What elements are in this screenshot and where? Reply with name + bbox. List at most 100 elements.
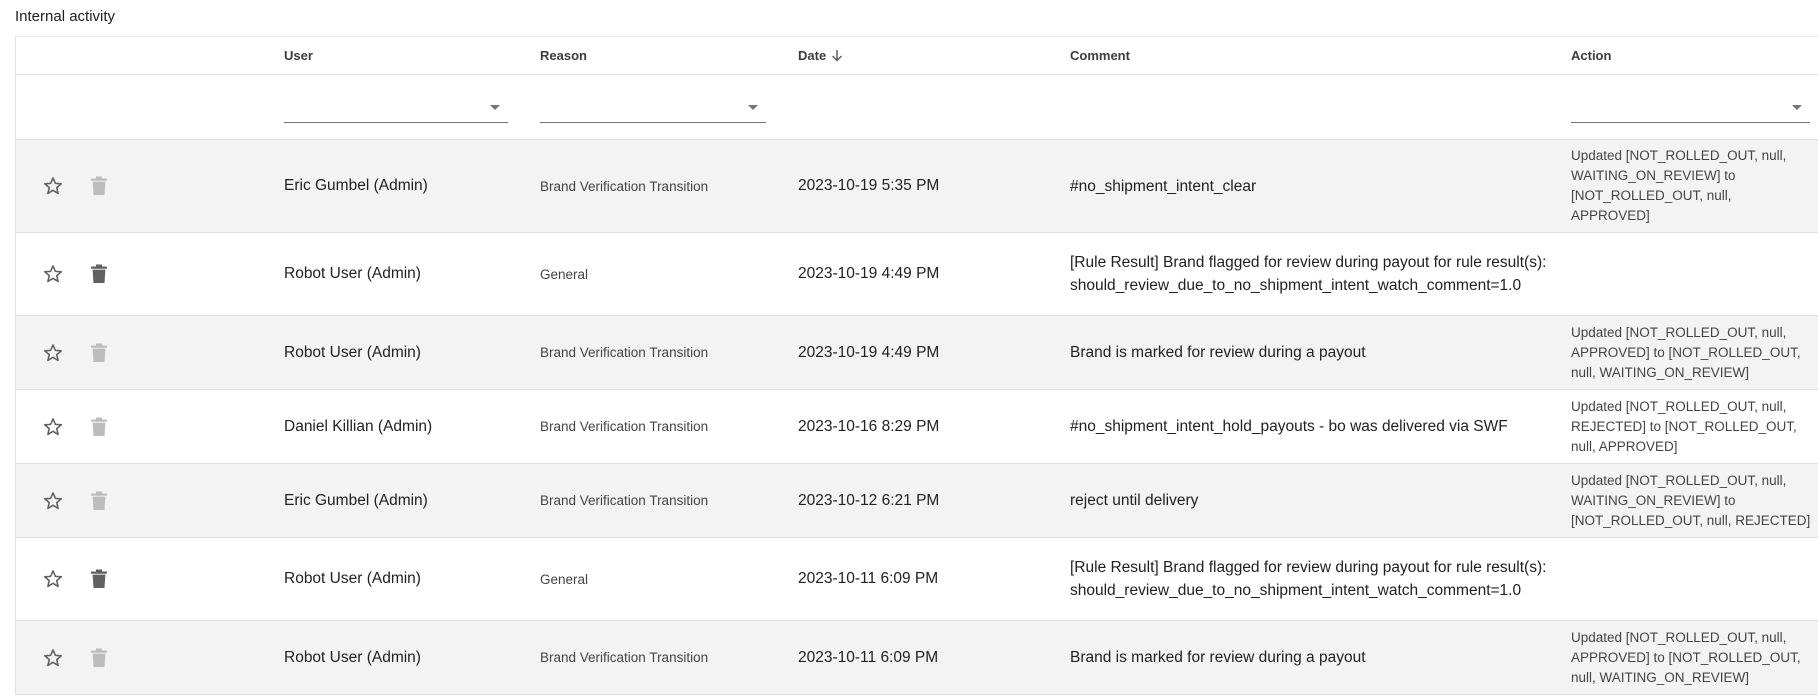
cell-comment: #no_shipment_intent_hold_payouts - bo wa… <box>1070 390 1571 463</box>
action-line: WAITING_ON_REVIEW] to <box>1571 492 1736 508</box>
table-row[interactable]: Robot User (Admin) General 2023-10-19 4:49… <box>16 233 1818 316</box>
cell-reason: Brand Verification Transition <box>540 390 798 463</box>
cell-user: Daniel Killian (Admin) <box>284 390 540 463</box>
star-outline-icon[interactable] <box>40 566 66 592</box>
action-line: Updated [NOT_ROLLED_OUT, null, <box>1571 398 1787 414</box>
reason-text: Brand Verification Transition <box>540 493 709 508</box>
column-header-reason[interactable]: Reason <box>540 37 798 74</box>
row-actions <box>16 464 284 537</box>
comment-text: reject until delivery <box>1070 492 1199 509</box>
chevron-down-icon <box>1792 105 1802 110</box>
cell-date: 2023-10-19 4:49 PM <box>798 316 1070 389</box>
star-outline-icon[interactable] <box>40 488 66 514</box>
table-row[interactable]: Daniel Killian (Admin) Brand Verification… <box>16 390 1818 464</box>
table-filter-row <box>16 75 1818 140</box>
action-text: Updated [NOT_ROLLED_OUT, null, APPROVED] … <box>1571 323 1807 383</box>
action-line: [NOT_ROLLED_OUT, null, REJECTED] <box>1571 512 1811 528</box>
star-outline-icon[interactable] <box>40 173 66 199</box>
column-header-date[interactable]: Date <box>798 37 1070 74</box>
cell-action <box>1571 538 1818 620</box>
comment-text: Brand is marked for review during a payo… <box>1070 344 1366 361</box>
table-row[interactable]: Robot User (Admin) Brand Verification Tra… <box>16 316 1818 390</box>
column-header-user[interactable]: User <box>284 37 540 74</box>
cell-date: 2023-10-12 6:21 PM <box>798 464 1070 537</box>
date-text: 2023-10-19 5:35 PM <box>798 177 940 194</box>
user-name: Robot User (Admin) <box>284 570 421 587</box>
cell-user: Robot User (Admin) <box>284 621 540 694</box>
row-actions <box>16 538 284 620</box>
table-row[interactable]: Eric Gumbel (Admin) Brand Verification Tr… <box>16 464 1818 538</box>
action-line: Updated [NOT_ROLLED_OUT, null, <box>1571 324 1787 340</box>
action-text: Updated [NOT_ROLLED_OUT, null, WAITING_ON… <box>1571 146 1792 226</box>
cell-date: 2023-10-16 8:29 PM <box>798 390 1070 463</box>
table-body: Eric Gumbel (Admin) Brand Verification Tr… <box>16 140 1818 695</box>
comment-text: [Rule Result] Brand flagged for review d… <box>1070 254 1547 294</box>
user-name: Robot User (Admin) <box>284 343 421 361</box>
star-outline-icon[interactable] <box>40 645 66 671</box>
trash-icon <box>86 414 112 440</box>
section-title: Internal activity <box>15 8 116 25</box>
trash-icon[interactable] <box>86 261 112 287</box>
trash-icon[interactable] <box>86 566 112 592</box>
row-actions <box>16 140 284 232</box>
action-line: APPROVED] <box>1571 208 1650 223</box>
trash-icon <box>86 645 112 671</box>
cell-reason: General <box>540 538 798 620</box>
trash-icon <box>86 173 112 199</box>
cell-reason: Brand Verification Transition <box>540 621 798 694</box>
reason-text: Brand Verification Transition <box>540 178 709 194</box>
reason-text: Brand Verification Transition <box>540 419 709 434</box>
table-row[interactable]: Robot User (Admin) General 2023-10-11 6:09… <box>16 538 1818 621</box>
action-line: null, WAITING_ON_REVIEW] <box>1571 669 1750 685</box>
column-header-action[interactable]: Action <box>1571 37 1818 74</box>
table-row[interactable]: Robot User (Admin) Brand Verification Tra… <box>16 621 1818 695</box>
star-outline-icon[interactable] <box>40 414 66 440</box>
date-text: 2023-10-19 4:49 PM <box>798 265 940 282</box>
row-actions <box>16 621 284 694</box>
cell-action: Updated [NOT_ROLLED_OUT, null, APPROVED] … <box>1571 621 1818 694</box>
user-filter-select[interactable] <box>284 92 508 123</box>
chevron-down-icon <box>748 105 758 110</box>
reason-text: Brand Verification Transition <box>540 345 709 360</box>
action-line: [NOT_ROLLED_OUT, null, <box>1571 188 1732 203</box>
cell-date: 2023-10-11 6:09 PM <box>798 621 1070 694</box>
cell-reason: Brand Verification Transition <box>540 140 798 232</box>
reason-text: General <box>540 571 589 587</box>
arrow-down-icon[interactable] <box>831 49 843 62</box>
date-text: 2023-10-12 6:21 PM <box>798 491 940 509</box>
cell-comment: Brand is marked for review during a payo… <box>1070 621 1571 694</box>
row-actions <box>16 316 284 389</box>
column-header-action-label: Action <box>1571 48 1612 63</box>
cell-comment: #no_shipment_intent_clear <box>1070 140 1571 232</box>
star-outline-icon[interactable] <box>40 261 66 287</box>
cell-comment: [Rule Result] Brand flagged for review d… <box>1070 233 1571 315</box>
cell-user: Eric Gumbel (Admin) <box>284 464 540 537</box>
cell-action: Updated [NOT_ROLLED_OUT, null, APPROVED] … <box>1571 316 1818 389</box>
column-header-comment-label: Comment <box>1070 48 1130 63</box>
cell-user: Robot User (Admin) <box>284 233 540 315</box>
user-name: Robot User (Admin) <box>284 265 421 282</box>
cell-user: Eric Gumbel (Admin) <box>284 140 540 232</box>
date-text: 2023-10-11 6:09 PM <box>798 570 939 587</box>
action-line: Updated [NOT_ROLLED_OUT, null, <box>1571 472 1787 488</box>
reason-text: Brand Verification Transition <box>540 650 709 665</box>
table-row[interactable]: Eric Gumbel (Admin) Brand Verification Tr… <box>16 140 1818 233</box>
date-text: 2023-10-19 4:49 PM <box>798 343 940 361</box>
trash-icon <box>86 488 112 514</box>
action-filter-select[interactable] <box>1571 92 1810 123</box>
cell-date: 2023-10-11 6:09 PM <box>798 538 1070 620</box>
star-outline-icon[interactable] <box>40 340 66 366</box>
date-text: 2023-10-11 6:09 PM <box>798 648 939 666</box>
cell-reason: Brand Verification Transition <box>540 464 798 537</box>
cell-reason: Brand Verification Transition <box>540 316 798 389</box>
action-line: Updated [NOT_ROLLED_OUT, null, <box>1571 629 1787 645</box>
cell-comment: Brand is marked for review during a payo… <box>1070 316 1571 389</box>
cell-comment: reject until delivery <box>1070 464 1571 537</box>
table-header-row: User Reason Date Comment Action <box>16 37 1818 75</box>
column-header-comment[interactable]: Comment <box>1070 37 1571 74</box>
reason-filter-select[interactable] <box>540 92 766 123</box>
user-name: Eric Gumbel (Admin) <box>284 177 428 194</box>
cell-action: Updated [NOT_ROLLED_OUT, null, WAITING_ON… <box>1571 140 1818 232</box>
action-line: APPROVED] to [NOT_ROLLED_OUT, <box>1571 649 1801 665</box>
action-text: Updated [NOT_ROLLED_OUT, null, WAITING_ON… <box>1571 471 1816 531</box>
